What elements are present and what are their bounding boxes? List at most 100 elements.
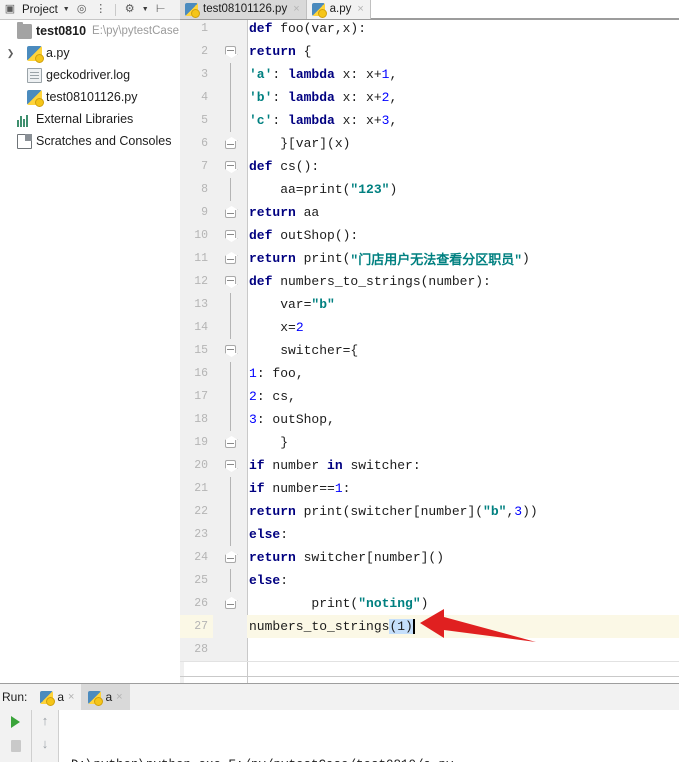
gear-caret-icon[interactable]: ▼ bbox=[142, 6, 149, 13]
close-icon[interactable]: × bbox=[293, 3, 299, 15]
fold-gutter[interactable] bbox=[213, 385, 247, 408]
fold-end-icon[interactable] bbox=[225, 555, 236, 563]
code-line[interactable]: 4 'b': lambda x: x+ 2, bbox=[180, 86, 679, 109]
close-icon[interactable]: × bbox=[116, 691, 122, 703]
fold-gutter[interactable] bbox=[213, 615, 247, 638]
fold-gutter[interactable] bbox=[213, 40, 247, 63]
fold-gutter[interactable] bbox=[213, 638, 247, 661]
fold-gutter[interactable] bbox=[213, 569, 247, 592]
fold-end-icon[interactable] bbox=[225, 141, 236, 149]
fold-gutter[interactable] bbox=[213, 546, 247, 569]
code-text: 'c': lambda x: x+ 3, bbox=[249, 113, 398, 128]
code-line[interactable]: 15 switcher={ bbox=[180, 339, 679, 362]
fold-collapse-icon[interactable] bbox=[225, 161, 236, 169]
code-line[interactable]: 18 3: outShop, bbox=[180, 408, 679, 431]
code-line[interactable]: 25 else: bbox=[180, 569, 679, 592]
code-line[interactable]: 14 x= 2 bbox=[180, 316, 679, 339]
code-line[interactable]: 5 'c': lambda x: x+ 3, bbox=[180, 109, 679, 132]
code-line[interactable]: 2 return { bbox=[180, 40, 679, 63]
fold-gutter[interactable] bbox=[213, 224, 247, 247]
code-line[interactable]: 28 bbox=[180, 638, 679, 661]
fold-end-icon[interactable] bbox=[225, 601, 236, 609]
tree-item-a-py[interactable]: ❯ a.py bbox=[0, 42, 180, 64]
code-line[interactable]: 11 return print("门店用户无法查看分区职员") bbox=[180, 247, 679, 270]
code-line[interactable]: 27 numbers_to_strings (1) bbox=[180, 615, 679, 638]
tree-item-test0810[interactable]: › test0810 E:\py\pytestCase bbox=[0, 20, 180, 42]
code-line[interactable]: 24 return switcher[number]() bbox=[180, 546, 679, 569]
fold-end-icon[interactable] bbox=[225, 210, 236, 218]
tab-test08101126-py[interactable]: test08101126.py × bbox=[180, 0, 307, 19]
close-icon[interactable]: × bbox=[357, 3, 363, 15]
project-tree[interactable]: › test0810 E:\py\pytestCase ❯ a.py ❯ gec… bbox=[0, 20, 180, 683]
fold-gutter[interactable] bbox=[213, 86, 247, 109]
project-panel-title[interactable]: Project bbox=[22, 4, 58, 16]
fold-gutter[interactable] bbox=[213, 500, 247, 523]
fold-gutter[interactable] bbox=[213, 247, 247, 270]
code-line[interactable]: 13 var= "b" bbox=[180, 293, 679, 316]
fold-end-icon[interactable] bbox=[225, 256, 236, 264]
code-line[interactable]: 19 } bbox=[180, 431, 679, 454]
scroll-up-icon[interactable]: ↑ bbox=[42, 713, 49, 728]
run-tab-a-1[interactable]: a × bbox=[33, 684, 81, 710]
tree-item-geckodriver-log[interactable]: ❯ geckodriver.log bbox=[0, 64, 180, 86]
fold-collapse-icon[interactable] bbox=[225, 345, 236, 353]
fold-collapse-icon[interactable] bbox=[225, 230, 236, 238]
fold-gutter[interactable] bbox=[213, 109, 247, 132]
code-line[interactable]: 16 1: foo, bbox=[180, 362, 679, 385]
line-number: 5 bbox=[180, 109, 213, 132]
dropdown-caret-icon[interactable]: ▼ bbox=[63, 6, 70, 13]
code-editor[interactable]: 1 def foo(var,x): 2 return {3 'a': lambda … bbox=[180, 20, 679, 683]
scroll-down-icon[interactable]: ↓ bbox=[42, 736, 49, 751]
console-output[interactable]: D:\python\python.exe E:/py/pytestCase/te… bbox=[59, 710, 679, 762]
fold-gutter[interactable] bbox=[213, 454, 247, 477]
code-line[interactable]: 7 def cs(): bbox=[180, 155, 679, 178]
fold-end-icon[interactable] bbox=[225, 440, 236, 448]
code-line[interactable]: 6 }[var](x) bbox=[180, 132, 679, 155]
fold-collapse-icon[interactable] bbox=[225, 46, 236, 54]
fold-gutter[interactable] bbox=[213, 270, 247, 293]
fold-gutter[interactable] bbox=[213, 339, 247, 362]
locate-target-icon[interactable]: ◎ bbox=[75, 3, 89, 17]
fold-gutter[interactable] bbox=[213, 592, 247, 615]
close-icon[interactable]: × bbox=[68, 691, 74, 703]
fold-gutter[interactable] bbox=[213, 408, 247, 431]
fold-collapse-icon[interactable] bbox=[225, 276, 236, 284]
fold-gutter[interactable] bbox=[213, 132, 247, 155]
code-line[interactable]: 20 if number in switcher: bbox=[180, 454, 679, 477]
fold-gutter[interactable] bbox=[213, 477, 247, 500]
code-line[interactable]: 10 def outShop(): bbox=[180, 224, 679, 247]
fold-gutter[interactable] bbox=[213, 63, 247, 86]
expand-arrow-icon[interactable]: ❯ bbox=[4, 48, 17, 59]
fold-gutter[interactable] bbox=[213, 316, 247, 339]
code-line[interactable]: 12 def numbers_to_strings(number): bbox=[180, 270, 679, 293]
expand-icon[interactable]: ⊢ bbox=[154, 3, 168, 17]
fold-gutter[interactable] bbox=[213, 523, 247, 546]
code-line[interactable]: 8 aa=print("123") bbox=[180, 178, 679, 201]
fold-gutter[interactable] bbox=[213, 362, 247, 385]
fold-gutter[interactable] bbox=[213, 201, 247, 224]
fold-gutter[interactable] bbox=[213, 155, 247, 178]
project-view-icon[interactable]: ▣ bbox=[3, 3, 17, 17]
fold-gutter[interactable] bbox=[213, 293, 247, 316]
fold-gutter[interactable] bbox=[213, 20, 247, 40]
trash-icon[interactable] bbox=[10, 740, 21, 752]
code-line[interactable]: 21 if number== 1: bbox=[180, 477, 679, 500]
run-tab-a-2[interactable]: a × bbox=[81, 684, 130, 710]
tree-item-scratches-and-consoles[interactable]: ❯ Scratches and Consoles bbox=[0, 130, 180, 152]
code-line[interactable]: 17 2: cs, bbox=[180, 385, 679, 408]
tree-item-external-libraries[interactable]: ❯ External Libraries bbox=[0, 108, 180, 130]
code-line[interactable]: 26 print("noting") bbox=[180, 592, 679, 615]
code-line[interactable]: 3 'a': lambda x: x+ 1, bbox=[180, 63, 679, 86]
code-line[interactable]: 9 return aa bbox=[180, 201, 679, 224]
fold-gutter[interactable] bbox=[213, 431, 247, 454]
tab-a-py[interactable]: a.py × bbox=[306, 0, 371, 19]
settings-gear-icon[interactable]: ⚙ bbox=[123, 3, 137, 17]
collapse-all-icon[interactable]: ⋮ bbox=[94, 3, 108, 17]
fold-gutter[interactable] bbox=[213, 178, 247, 201]
code-line[interactable]: 23 else: bbox=[180, 523, 679, 546]
tree-item-test08101126-py[interactable]: ❯ test08101126.py bbox=[0, 86, 180, 108]
code-line[interactable]: 22 return print(switcher[number]("b", 3)) bbox=[180, 500, 679, 523]
code-line[interactable]: 1 def foo(var,x): bbox=[180, 20, 679, 40]
fold-collapse-icon[interactable] bbox=[225, 460, 236, 468]
run-icon[interactable] bbox=[11, 716, 20, 728]
